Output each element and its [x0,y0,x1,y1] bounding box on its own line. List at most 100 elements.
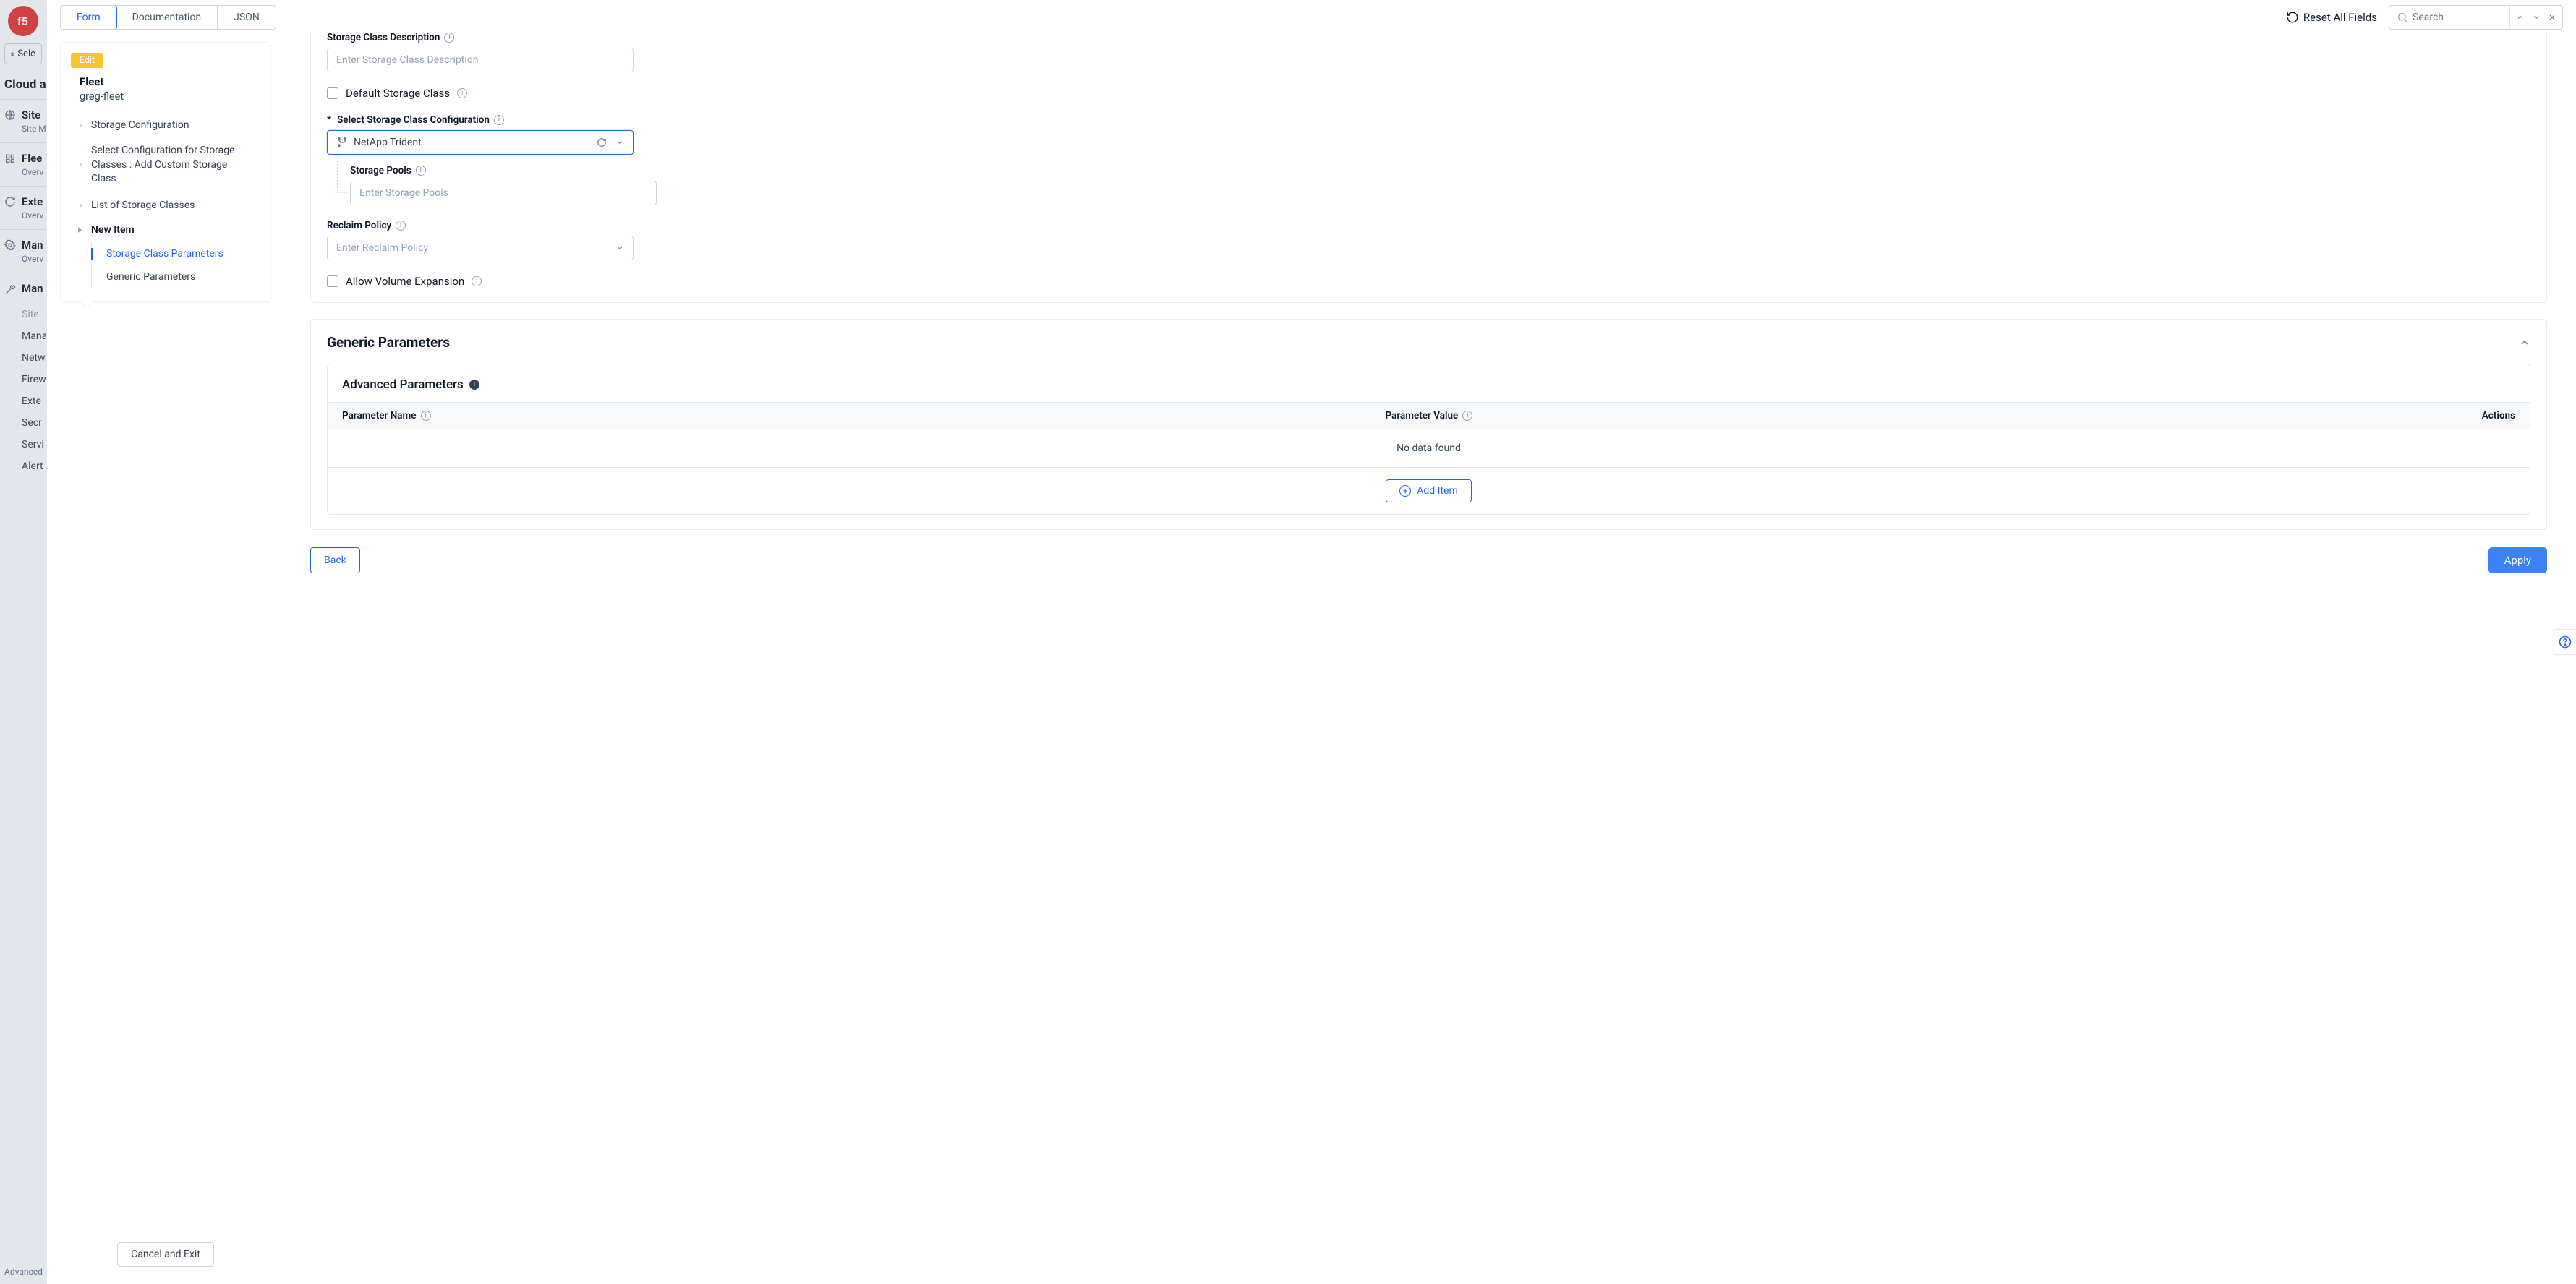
no-data-row: No data found [328,429,2530,468]
bg-nav-link: Firew [0,369,46,390]
search-clear[interactable] [2546,12,2558,23]
default-storage-class-row[interactable]: Default Storage Class i [327,87,2530,100]
chevron-down-icon [615,138,624,147]
search-box[interactable] [2389,5,2563,30]
table-header-row: Parameter Name i Parameter Value i Actio… [328,402,2530,429]
bg-nav-link: Alert [0,455,46,477]
gear-icon [4,239,16,251]
info-icon[interactable]: i [421,411,431,421]
add-item-button[interactable]: + Add Item [1386,479,1472,502]
f5-logo-icon: f5 [12,10,34,32]
bg-nav-link: Site [0,304,46,325]
search-next[interactable] [2530,12,2542,23]
search-prev[interactable] [2515,12,2526,23]
tab-json[interactable]: JSON [218,6,276,29]
info-icon[interactable]: i [469,380,479,390]
info-icon[interactable]: i [457,88,467,98]
chevron-up-icon [2519,337,2530,348]
reclaim-policy-label: Reclaim Policy [327,220,391,231]
column-actions: Actions [2428,410,2515,421]
form-sidebar: Edit Fleet greg-fleet Storage Configurat… [47,32,271,1284]
help-side-tab[interactable] [2554,629,2576,655]
card-arrow-indicator [79,294,93,309]
view-tabs: Form Documentation JSON [60,5,276,30]
bg-nav-section-man2: Man [0,273,46,304]
refresh-icon[interactable] [597,137,607,147]
advanced-parameters-table: Parameter Name i Parameter Value i Actio… [328,402,2530,514]
storage-class-description-label: Storage Class Description [327,32,440,43]
bg-nav-section-sites: Site Site M [0,99,46,142]
required-indicator: * [327,114,331,126]
edit-badge: Edit [71,53,103,68]
select-storage-class-config[interactable]: NetApp Trident [327,130,634,155]
search-input[interactable] [2408,9,2509,26]
column-parameter-name: Parameter Name [342,410,417,421]
apply-button[interactable]: Apply [2488,547,2547,573]
advanced-parameters-title: Advanced Parameters [342,377,464,392]
bg-nav-section-man1: Man Overv [0,229,46,273]
tree-list-storage-classes[interactable]: List of Storage Classes [77,193,260,218]
back-button[interactable]: Back [310,547,360,573]
reset-all-fields[interactable]: Reset All Fields [2286,11,2377,24]
chevron-up-icon [2516,13,2525,22]
grid-icon [11,49,14,59]
chevron-down-icon [615,244,624,252]
bg-nav-footer-link: Advanced [4,1267,43,1277]
column-parameter-value: Parameter Value [1386,410,1459,421]
tree-storage-class-parameters[interactable]: Storage Class Parameters [92,242,260,265]
default-storage-class-checkbox[interactable] [327,87,338,99]
bg-nav-section-fleets: Flee Overv [0,142,46,186]
workspace-selector-label: Sele [17,48,35,59]
storage-class-description-input[interactable] [327,48,634,72]
info-icon[interactable]: i [416,166,426,176]
storage-class-parameters-card: Storage Class Description i Default Stor… [310,32,2547,303]
help-circle-icon [2559,635,2572,649]
allow-volume-expansion-checkbox[interactable] [327,275,338,287]
generic-parameters-card: Generic Parameters Advanced Parameters i [310,319,2547,530]
advanced-parameters-subcard: Advanced Parameters i Parameter Name i P [327,364,2530,515]
fleet-icon [4,153,16,164]
bg-nav-link: Secr [0,412,46,434]
storage-pools-nested: Storage Pools i [337,165,2530,205]
workspace-selector: Sele [4,43,42,64]
info-icon[interactable]: i [1462,411,1472,421]
add-item-label: Add Item [1417,485,1458,497]
bg-nav-cloud-title: Cloud a [0,77,46,99]
allow-volume-expansion-row[interactable]: Allow Volume Expansion i [327,275,2530,288]
generic-parameters-title: Generic Parameters [327,334,450,351]
f5-logo: f5 [8,6,38,36]
storage-pools-label: Storage Pools [350,165,411,176]
default-storage-class-label: Default Storage Class [346,87,450,100]
bg-nav-link: Netw [0,347,46,369]
branch-icon [336,137,348,148]
reset-label: Reset All Fields [2303,11,2377,24]
fleet-name: greg-fleet [80,90,260,103]
tree-storage-configuration[interactable]: Storage Configuration [77,113,260,137]
plus-circle-icon: + [1399,485,1411,497]
collapse-toggle[interactable] [2519,337,2530,348]
bg-nav-link: Exte [0,390,46,412]
globe-icon [4,109,16,121]
footer-actions: Back Apply [310,530,2547,586]
topbar: Form Documentation JSON Reset All Fields [47,0,2576,32]
tree-generic-parameters[interactable]: Generic Parameters [92,265,260,288]
tab-form[interactable]: Form [60,5,117,30]
storage-pools-input[interactable] [350,181,657,205]
cancel-and-exit-button[interactable]: Cancel and Exit [117,1242,214,1267]
bg-nav-link: Servi [0,434,46,455]
info-icon[interactable]: i [494,115,504,125]
content-scroll[interactable]: Storage Class Description i Default Stor… [271,32,2576,1284]
tree-select-configuration[interactable]: Select Configuration for Storage Classes… [77,137,260,193]
info-icon[interactable]: i [444,33,454,43]
chevron-down-icon [2532,13,2541,22]
reclaim-policy-placeholder: Enter Reclaim Policy [336,242,428,254]
tab-documentation[interactable]: Documentation [116,6,218,29]
bg-nav-section-exte: Exte Overv [0,186,46,229]
close-icon [2548,13,2556,22]
nav-tree: Storage Configuration Select Configurati… [77,113,260,288]
search-icon [2397,12,2408,23]
tree-new-item[interactable]: New Item [77,218,260,242]
reclaim-policy-select[interactable]: Enter Reclaim Policy [327,236,634,260]
info-icon[interactable]: i [396,221,406,231]
info-icon[interactable]: i [472,276,482,286]
